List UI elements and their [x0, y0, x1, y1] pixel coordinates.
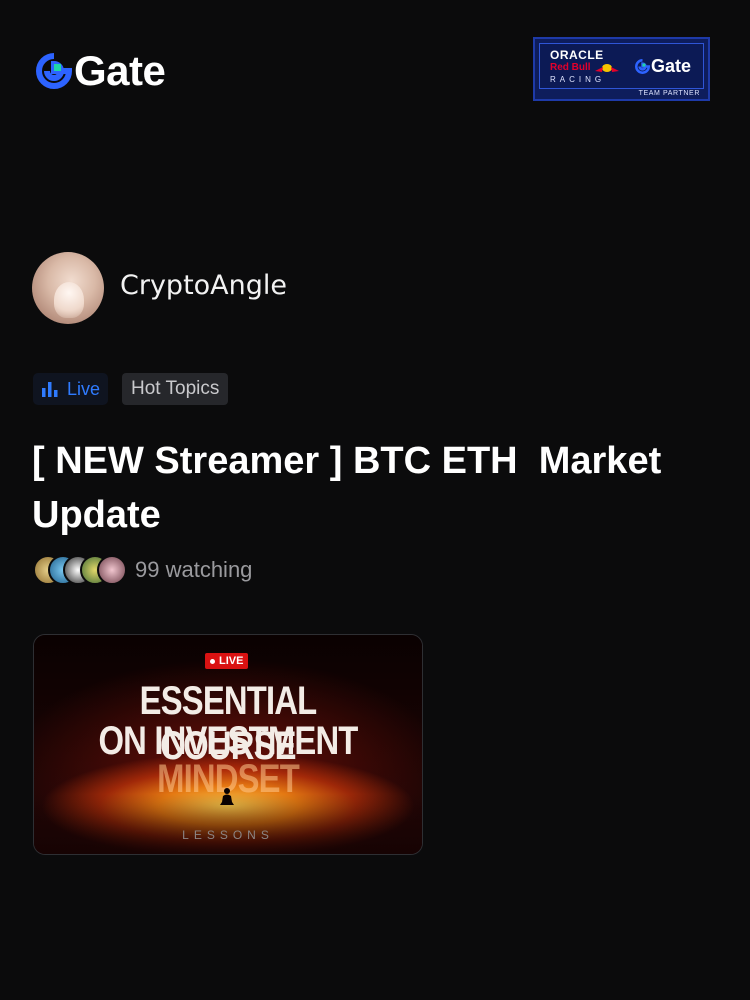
streamer-name[interactable]: CryptoAngle: [120, 270, 287, 301]
partner-oracle-text: ORACLE: [550, 48, 604, 62]
bar-chart-icon: [42, 382, 58, 397]
partner-gate-text: Gate: [651, 56, 692, 76]
watchers-row: 99 watching: [33, 554, 252, 586]
redbull-bulls-icon: [595, 64, 619, 72]
logo-text: Gate: [74, 47, 166, 94]
hot-topics-tag[interactable]: Hot Topics: [122, 373, 229, 405]
watcher-avatar-stack: [33, 554, 129, 586]
live-tag: Live: [33, 373, 109, 405]
live-tag-label: Live: [67, 378, 101, 399]
watching-count: 99 watching: [135, 557, 253, 582]
live-dot-icon: [210, 658, 215, 664]
partner-redbull-text: Red Bull: [550, 62, 591, 73]
partner-caption: TEAM PARTNER: [638, 90, 700, 97]
partner-gate-logo: Gate: [635, 56, 691, 77]
partner-badge-inner: ORACLE Red Bull RACING Gate: [539, 43, 704, 89]
gate-mini-icon: [635, 59, 650, 74]
meditating-person-icon: [220, 788, 234, 805]
thumbnail-footer: LESSONS: [182, 828, 274, 842]
streamer-avatar[interactable]: [32, 252, 104, 324]
gate-logo-icon: [36, 53, 72, 89]
partner-racing-text: RACING: [550, 75, 606, 84]
live-badge-label: LIVE: [219, 655, 244, 667]
team-partner-badge: ORACLE Red Bull RACING Gate TEAM PARTNER: [533, 37, 710, 101]
stream-thumbnail-card[interactable]: LIVE ESSENTIAL COURSE ON INVESTMENT MIND…: [33, 634, 423, 855]
stream-title[interactable]: [ NEW Streamer ] BTC ETH Market Update: [32, 434, 712, 542]
live-badge: LIVE: [205, 653, 249, 669]
gate-logo[interactable]: Gate: [36, 47, 166, 94]
watcher-avatar: [97, 555, 127, 585]
